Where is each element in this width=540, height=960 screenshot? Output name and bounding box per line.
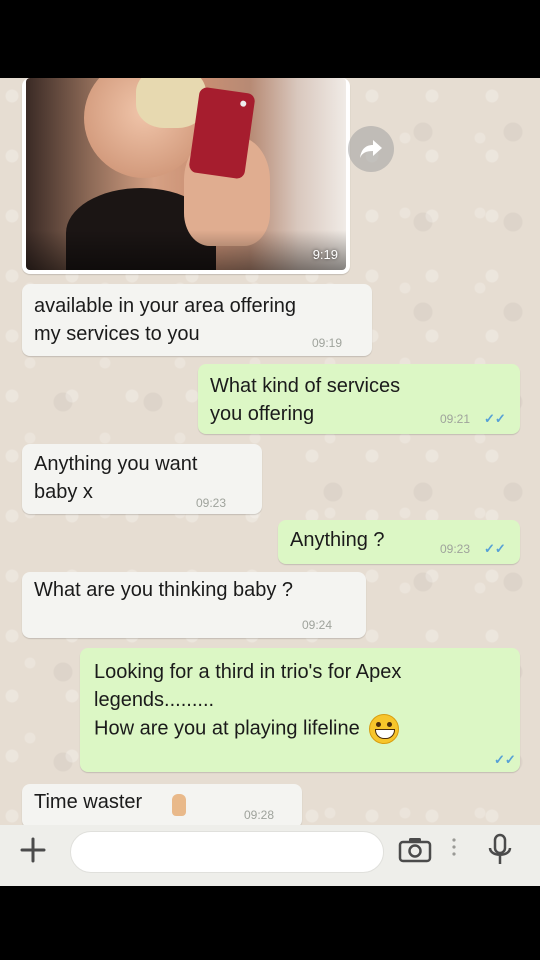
message-bubble-incoming[interactable]: Time waster 09:28 xyxy=(22,784,302,828)
message-time: 09:21 xyxy=(440,412,471,426)
photo-phone xyxy=(188,86,256,180)
photo-timestamp: 9:19 xyxy=(312,247,338,262)
message-time: 09:28 xyxy=(244,808,275,822)
middle-finger-emoji-icon xyxy=(172,794,186,816)
message-time: 09:19 xyxy=(312,336,343,350)
message-bubble-incoming[interactable]: Anything you want baby x 09:23 xyxy=(22,444,262,514)
more-icon[interactable] xyxy=(452,837,456,857)
double-check-icon: ✓✓ xyxy=(494,752,516,767)
microphone-icon[interactable] xyxy=(486,833,514,867)
plus-icon[interactable] xyxy=(18,835,48,865)
message-bubble-incoming[interactable]: What are you thinking baby ? 09:24 xyxy=(22,572,366,638)
message-text: What are you thinking baby ? xyxy=(34,579,294,601)
message-text: Time waster xyxy=(34,791,143,813)
message-input-field[interactable] xyxy=(70,831,384,873)
message-text: Looking for a third in trio's for Apex l… xyxy=(94,658,494,744)
photo-shade xyxy=(26,230,346,270)
message-bubble-outgoing[interactable]: What kind of services you offering 09:21… xyxy=(198,364,520,434)
message-bubble-outgoing[interactable]: Looking for a third in trio's for Apex l… xyxy=(80,648,520,772)
grinning-emoji-icon xyxy=(369,714,400,744)
photo-message[interactable]: 9:19 xyxy=(26,78,346,270)
message-text: What kind of services you offering xyxy=(210,375,401,425)
double-check-icon: ✓✓ xyxy=(484,411,506,426)
message-time: 09:24 xyxy=(302,618,333,632)
chat-screen: 9:19 available in your area offering my … xyxy=(0,78,540,886)
message-text: available in your area offering my servi… xyxy=(34,295,297,345)
double-check-icon: ✓✓ xyxy=(484,541,506,556)
forward-icon xyxy=(360,140,382,158)
message-time: 09:23 xyxy=(196,496,227,510)
message-text: Anything ? xyxy=(290,529,385,551)
camera-icon[interactable] xyxy=(398,837,432,863)
message-time: 09:23 xyxy=(440,542,471,556)
message-bubble-incoming[interactable]: available in your area offering my servi… xyxy=(22,284,372,356)
message-input-bar xyxy=(0,825,540,886)
forward-button[interactable] xyxy=(348,126,394,172)
message-bubble-outgoing[interactable]: Anything ? 09:23 ✓✓ xyxy=(278,520,520,564)
